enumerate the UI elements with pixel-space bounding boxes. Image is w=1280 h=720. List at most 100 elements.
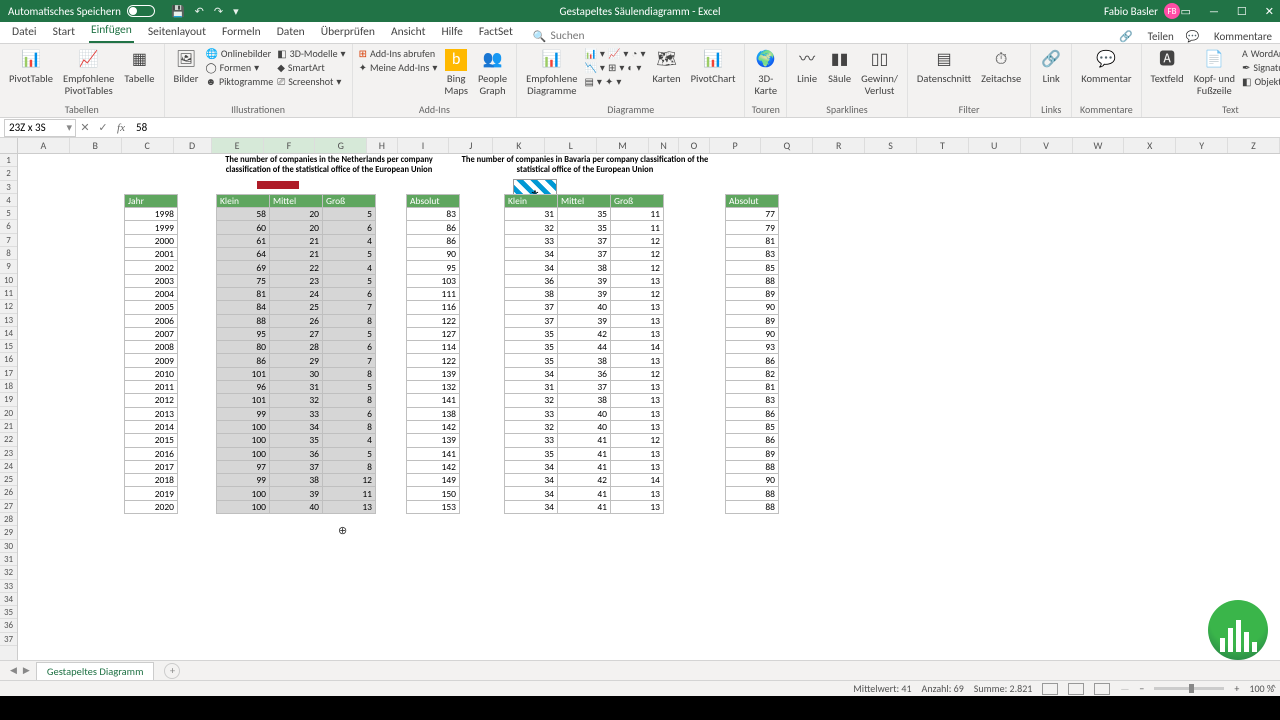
row-header[interactable]: 3 [0, 181, 17, 194]
signature-button[interactable]: ✒Signaturzeile ▾ [1242, 61, 1280, 74]
table-header[interactable]: Mittel [270, 194, 323, 207]
maps-button[interactable]: 🗺Karten [650, 47, 684, 87]
cell[interactable]: 35 [558, 221, 611, 234]
cell[interactable]: 90 [726, 301, 779, 314]
wordart-button[interactable]: AWordArt ▾ [1242, 47, 1280, 60]
cell[interactable]: 38 [505, 287, 558, 300]
view-layout-icon[interactable] [1068, 683, 1084, 695]
cell[interactable]: 114 [407, 341, 460, 354]
cell[interactable]: 42 [558, 474, 611, 487]
row-header[interactable]: 25 [0, 473, 17, 486]
cell[interactable]: 86 [407, 221, 460, 234]
cell[interactable]: 34 [505, 487, 558, 500]
cell[interactable]: 8 [323, 394, 376, 407]
cell[interactable]: 37 [558, 248, 611, 261]
col-header-B[interactable]: B [70, 138, 122, 153]
row-header[interactable]: 16 [0, 353, 17, 366]
col-header-G[interactable]: G [315, 138, 367, 153]
cell[interactable]: 82 [726, 367, 779, 380]
cell[interactable]: 139 [407, 434, 460, 447]
col-header-I[interactable]: I [398, 138, 450, 153]
cell[interactable]: 2012 [125, 394, 178, 407]
cell[interactable]: 77 [726, 208, 779, 221]
cell[interactable]: 34 [505, 248, 558, 261]
cell[interactable]: 13 [611, 301, 664, 314]
cell[interactable]: 41 [558, 487, 611, 500]
cell[interactable]: 85 [726, 261, 779, 274]
cell[interactable]: 12 [611, 434, 664, 447]
cell[interactable]: 142 [407, 460, 460, 473]
cell[interactable]: 39 [558, 287, 611, 300]
cell[interactable]: 2017 [125, 460, 178, 473]
row-header[interactable]: 11 [0, 287, 17, 300]
cell[interactable]: 13 [611, 407, 664, 420]
cell[interactable]: 6 [323, 341, 376, 354]
cell[interactable]: 90 [407, 248, 460, 261]
cell[interactable]: 2002 [125, 261, 178, 274]
col-header-F[interactable]: F [264, 138, 316, 153]
row-header[interactable]: 9 [0, 260, 17, 273]
cell[interactable]: 4 [323, 234, 376, 247]
cell[interactable]: 2004 [125, 287, 178, 300]
col-header-L[interactable]: L [545, 138, 597, 153]
cell[interactable]: 85 [726, 420, 779, 433]
table-button[interactable]: ▦Tabelle [121, 47, 157, 87]
col-header-R[interactable]: R [813, 138, 865, 153]
cell[interactable]: 37 [505, 301, 558, 314]
formula-input[interactable]: 58 [130, 121, 1280, 134]
cell[interactable]: 5 [323, 274, 376, 287]
cell[interactable]: 34 [270, 420, 323, 433]
row-header[interactable]: 37 [0, 633, 17, 646]
cell[interactable]: 7 [323, 301, 376, 314]
cell[interactable]: 58 [217, 208, 270, 221]
cell[interactable]: 83 [726, 394, 779, 407]
cell[interactable]: 2010 [125, 367, 178, 380]
cell[interactable]: 5 [323, 208, 376, 221]
row-header[interactable]: 28 [0, 513, 17, 526]
cell[interactable]: 33 [505, 234, 558, 247]
view-pagebreak-icon[interactable] [1094, 683, 1110, 695]
cell[interactable]: 13 [611, 394, 664, 407]
cell[interactable]: 2005 [125, 301, 178, 314]
cell[interactable]: 89 [726, 447, 779, 460]
cell[interactable]: 97 [217, 460, 270, 473]
cell[interactable]: 6 [323, 287, 376, 300]
row-header[interactable]: 8 [0, 247, 17, 260]
cell[interactable]: 38 [270, 474, 323, 487]
zoom-in-icon[interactable]: + [1234, 682, 1239, 695]
recommended-charts-button[interactable]: 📊Empfohlene Diagramme [523, 47, 580, 98]
name-box[interactable]: 23Z x 3S▾ [4, 119, 76, 137]
cell[interactable]: 101 [217, 367, 270, 380]
table-header[interactable]: Mittel [558, 194, 611, 207]
cell[interactable]: 2007 [125, 327, 178, 340]
cell[interactable]: 32 [270, 394, 323, 407]
col-header-Q[interactable]: Q [761, 138, 813, 153]
cell[interactable]: 25 [270, 301, 323, 314]
cell[interactable]: 6 [323, 407, 376, 420]
cancel-formula-icon[interactable]: ✕ [76, 121, 94, 134]
cell[interactable]: 1998 [125, 208, 178, 221]
row-header[interactable]: 36 [0, 619, 17, 632]
cell[interactable]: 12 [611, 234, 664, 247]
maximize-icon[interactable]: ☐ [1237, 5, 1247, 18]
add-sheet-icon[interactable]: + [164, 663, 180, 679]
sheet-nav-next-icon[interactable]: ▶ [23, 665, 30, 676]
row-header[interactable]: 22 [0, 433, 17, 446]
cell[interactable]: 6 [323, 221, 376, 234]
cell[interactable]: 31 [505, 381, 558, 394]
redo-icon[interactable]: ↷ [214, 5, 223, 18]
row-header[interactable]: 10 [0, 274, 17, 287]
cell[interactable]: 132 [407, 381, 460, 394]
cell[interactable]: 1999 [125, 221, 178, 234]
cell[interactable]: 116 [407, 301, 460, 314]
cell[interactable]: 141 [407, 447, 460, 460]
qat-more-icon[interactable]: ▾ [233, 5, 239, 18]
row-header[interactable]: 6 [0, 220, 17, 233]
cell[interactable]: 83 [726, 248, 779, 261]
cell[interactable]: 12 [323, 474, 376, 487]
row-header[interactable]: 35 [0, 606, 17, 619]
cell[interactable]: 99 [217, 407, 270, 420]
cell[interactable]: 96 [217, 381, 270, 394]
cell[interactable]: 41 [558, 460, 611, 473]
cell[interactable]: 13 [611, 274, 664, 287]
